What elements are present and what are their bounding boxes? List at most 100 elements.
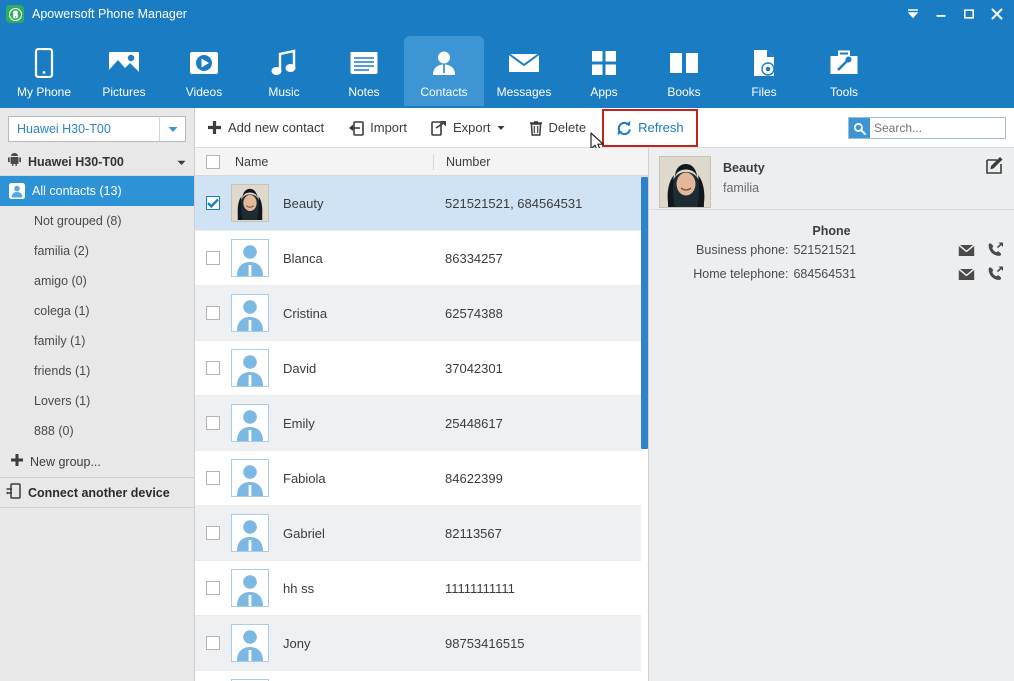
- nav-tab-pictures[interactable]: Pictures: [84, 36, 164, 108]
- chevron-down-icon[interactable]: [497, 125, 505, 131]
- sidebar-item-lovers[interactable]: Lovers (1): [0, 386, 194, 416]
- row-checkbox-cell[interactable]: [195, 471, 231, 485]
- chevron-down-icon[interactable]: [177, 153, 186, 171]
- file-gear-icon: [751, 46, 777, 80]
- table-row[interactable]: Gabriel 82113567: [195, 506, 648, 561]
- sidebar-item-family[interactable]: family (1): [0, 326, 194, 356]
- contact-detail-panel: Beauty familia Phone Business phone : 52…: [648, 148, 1014, 681]
- table-row[interactable]: [195, 671, 648, 681]
- select-all-checkbox[interactable]: [206, 154, 220, 169]
- contact-number: 521521521, 684564531: [445, 195, 583, 211]
- table-row[interactable]: David 37042301: [195, 341, 648, 396]
- row-checkbox-cell[interactable]: [195, 361, 231, 375]
- sidebar-item-label: All contacts (13): [32, 184, 122, 198]
- device-selector-value: Huawei H30-T00: [17, 122, 111, 136]
- nav-tab-my-phone[interactable]: My Phone: [4, 36, 84, 108]
- add-new-contact-button[interactable]: Add new contact: [195, 109, 336, 147]
- row-checkbox-cell[interactable]: [195, 581, 231, 595]
- new-group-button[interactable]: New group...: [0, 446, 194, 478]
- close-button[interactable]: [984, 1, 1010, 27]
- contact-number: 25448617: [445, 415, 503, 431]
- envelope-icon: [508, 46, 540, 80]
- row-checkbox[interactable]: [206, 361, 220, 375]
- maximize-button[interactable]: [956, 1, 982, 27]
- contact-person-icon: [430, 46, 458, 80]
- table-row[interactable]: hh ss 11111111111: [195, 561, 648, 616]
- detail-field-actions: [958, 242, 1004, 258]
- nav-label: Messages: [496, 84, 552, 99]
- device-selector[interactable]: Huawei H30-T00: [8, 116, 186, 142]
- search-input[interactable]: [870, 121, 1014, 135]
- row-checkbox[interactable]: [206, 636, 220, 650]
- row-checkbox-cell[interactable]: [195, 636, 231, 650]
- open-book-icon: [668, 46, 700, 80]
- nav-tab-notes[interactable]: Notes: [324, 36, 404, 108]
- contact-detail-group: familia: [723, 181, 760, 195]
- music-note-icon: [270, 46, 298, 80]
- row-checkbox[interactable]: [206, 471, 220, 485]
- table-row[interactable]: Beauty 521521521, 684564531: [195, 176, 648, 231]
- nav-tab-books[interactable]: Books: [644, 36, 724, 108]
- sidebar-item-friends[interactable]: friends (1): [0, 356, 194, 386]
- sidebar-item-not-grouped[interactable]: Not grouped (8): [0, 206, 194, 236]
- nav-tab-tools[interactable]: Tools: [804, 36, 884, 108]
- nav-label: Notes: [348, 84, 380, 99]
- row-checkbox-cell[interactable]: [195, 526, 231, 540]
- export-button[interactable]: Export: [419, 109, 517, 147]
- list-scrollbar-thumb[interactable]: [641, 177, 648, 449]
- sidebar-item-familia[interactable]: familia (2): [0, 236, 194, 266]
- nav-tab-contacts[interactable]: Contacts: [404, 36, 484, 108]
- device-row[interactable]: Huawei H30-T00: [0, 148, 194, 176]
- detail-section-title: Phone: [812, 224, 851, 238]
- import-icon: [348, 120, 364, 136]
- sidebar-item-amigo[interactable]: amigo (0): [0, 266, 194, 296]
- minimize-button[interactable]: [928, 1, 954, 27]
- sidebar-item-label: Lovers (1): [34, 394, 91, 408]
- nav-label: Videos: [185, 84, 223, 99]
- envelope-icon[interactable]: [958, 267, 975, 281]
- nav-tab-files[interactable]: Files: [724, 36, 804, 108]
- contact-detail-avatar: [659, 156, 711, 208]
- row-checkbox[interactable]: [206, 581, 220, 595]
- nav-tab-messages[interactable]: Messages: [484, 36, 564, 108]
- table-row[interactable]: Jony 98753416515: [195, 616, 648, 671]
- envelope-icon[interactable]: [958, 243, 975, 257]
- row-checkbox[interactable]: [206, 196, 220, 210]
- search-box[interactable]: ✕: [848, 117, 1014, 139]
- collapse-button[interactable]: [900, 1, 926, 27]
- call-icon[interactable]: [987, 266, 1004, 282]
- sidebar-item-all-contacts[interactable]: All contacts (13): [0, 176, 194, 206]
- sidebar-item-888[interactable]: 888 (0): [0, 416, 194, 446]
- table-row[interactable]: Cristina 62574388: [195, 286, 648, 341]
- nav-tab-music[interactable]: Music: [244, 36, 324, 108]
- nav-tab-videos[interactable]: Videos: [164, 36, 244, 108]
- detail-field-value: 684564531: [793, 267, 857, 281]
- row-checkbox-cell[interactable]: [195, 196, 231, 210]
- row-checkbox[interactable]: [206, 416, 220, 430]
- nav-label: Music: [268, 84, 300, 99]
- delete-button[interactable]: Delete: [517, 109, 599, 147]
- chevron-down-icon[interactable]: [159, 117, 185, 141]
- table-row[interactable]: Blanca 86334257: [195, 231, 648, 286]
- row-checkbox-cell[interactable]: [195, 251, 231, 265]
- import-button[interactable]: Import: [336, 109, 419, 147]
- avatar: [231, 514, 269, 552]
- nav-tab-apps[interactable]: Apps: [564, 36, 644, 108]
- row-checkbox[interactable]: [206, 526, 220, 540]
- sidebar: Huawei H30-T00 Huawei H30-T00 All contac…: [0, 108, 195, 681]
- table-row[interactable]: Emily 25448617: [195, 396, 648, 451]
- row-checkbox[interactable]: [206, 251, 220, 265]
- row-checkbox-cell[interactable]: [195, 416, 231, 430]
- row-checkbox[interactable]: [206, 306, 220, 320]
- contact-person-icon: [8, 183, 25, 200]
- row-checkbox-cell[interactable]: [195, 306, 231, 320]
- edit-pencil-icon[interactable]: [986, 156, 1004, 174]
- table-row[interactable]: Fabiola 84622399: [195, 451, 648, 506]
- refresh-button[interactable]: Refresh: [604, 109, 696, 147]
- connect-another-device-button[interactable]: Connect another device: [0, 478, 194, 508]
- call-icon[interactable]: [987, 242, 1004, 258]
- sidebar-item-colega[interactable]: colega (1): [0, 296, 194, 326]
- detail-field-label: Home telephone: [693, 267, 785, 281]
- sidebar-item-label: familia (2): [34, 244, 89, 258]
- select-all-checkbox-cell[interactable]: [195, 154, 231, 169]
